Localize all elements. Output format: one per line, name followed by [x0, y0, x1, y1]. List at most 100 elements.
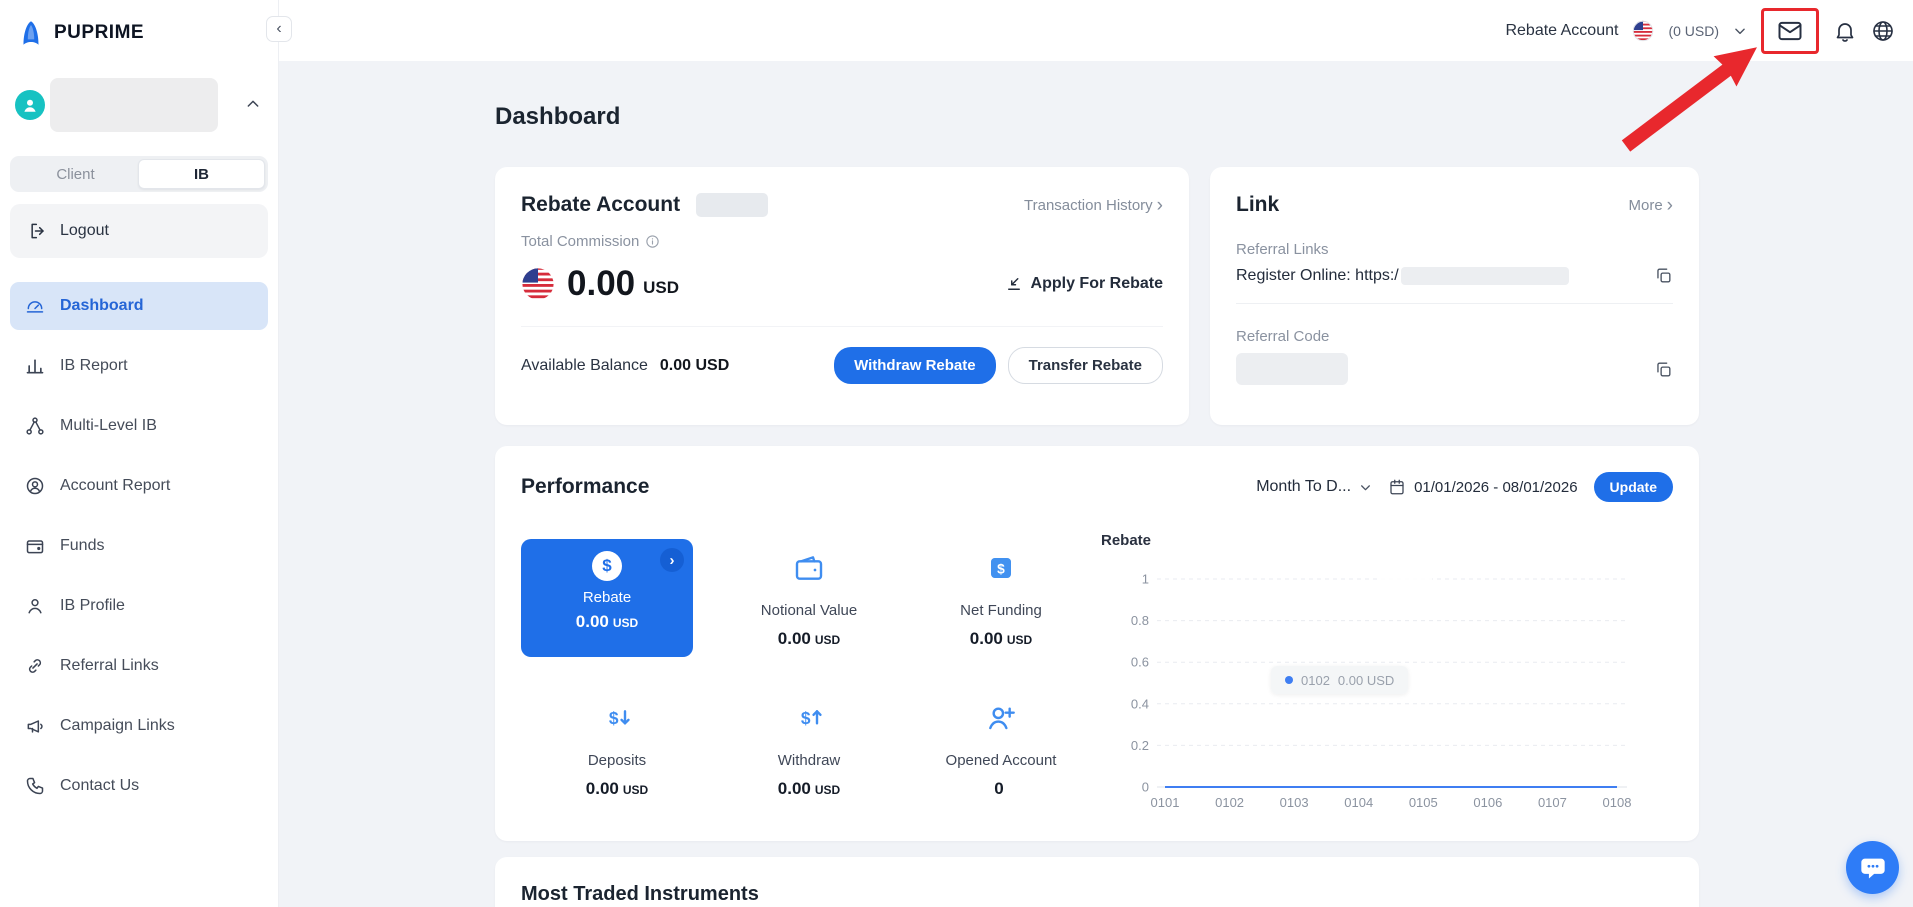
tile-opened-account[interactable]: Opened Account 0: [905, 686, 1097, 826]
apply-for-rebate-label: Apply For Rebate: [1030, 275, 1163, 292]
tile-withdraw[interactable]: $ Withdraw 0.00 USD: [713, 686, 905, 826]
apply-for-rebate-link[interactable]: Apply For Rebate: [1005, 275, 1163, 293]
total-commission-amount: 0.00: [567, 264, 636, 303]
tile-rebate[interactable]: › $ Rebate 0.00 USD: [521, 539, 693, 657]
divider: [521, 326, 1163, 327]
performance-tiles: › $ Rebate 0.00 USD Notional Value 0.00 US…: [521, 536, 1097, 826]
chevron-down-icon: [1361, 484, 1371, 490]
tile-deposits[interactable]: $ Deposits 0.00 USD: [521, 686, 713, 826]
hierarchy-icon: [25, 416, 45, 436]
date-range-value: 01/01/2026 - 08/01/2026: [1414, 478, 1578, 496]
sidebar-item-label: Contact Us: [60, 777, 140, 794]
period-select[interactable]: Month To D...: [1256, 478, 1372, 496]
performance-title: Performance: [521, 475, 650, 498]
tile-value: 0.00: [575, 612, 609, 631]
tile-label: Net Funding: [960, 602, 1042, 619]
link-icon: [25, 656, 45, 676]
transaction-history-label: Transaction History: [1024, 196, 1153, 214]
wallet-money-icon: [793, 550, 825, 586]
update-button[interactable]: Update: [1593, 472, 1673, 502]
transaction-history-link[interactable]: Transaction History ›: [1024, 196, 1163, 215]
sidebar-item-contact-us[interactable]: Contact Us: [10, 762, 268, 810]
rebate-account-card: Rebate Account Transaction History › Tot…: [495, 167, 1189, 425]
svg-text:0.8: 0.8: [1131, 613, 1149, 628]
tile-value: 0.00: [777, 629, 811, 648]
svg-text:$: $: [801, 708, 811, 728]
chevron-right-icon: ›: [1156, 194, 1163, 216]
svg-text:0.6: 0.6: [1131, 655, 1149, 670]
phone-icon: [25, 776, 45, 796]
chat-bubble-icon: [1859, 854, 1887, 882]
tile-label: Notional Value: [760, 602, 858, 619]
rebate-card-title: Rebate Account: [521, 193, 681, 216]
sidebar-item-label: IB Report: [60, 357, 128, 374]
most-traded-title: Most Traded Instruments: [521, 883, 759, 905]
annotation-highlight-box: [1761, 7, 1819, 54]
tile-unit: USD: [1006, 633, 1033, 647]
tab-ib-label: IB: [194, 165, 209, 183]
sidebar-collapse-button[interactable]: ‹: [266, 16, 292, 42]
tab-ib[interactable]: IB: [138, 159, 265, 189]
account-dropdown-chevron[interactable]: [1733, 24, 1747, 38]
user-name-redacted: [50, 78, 218, 132]
tile-label: Opened Account: [945, 752, 1057, 769]
sidebar-item-dashboard[interactable]: Dashboard: [10, 282, 268, 330]
sidebar-item-campaign-links[interactable]: Campaign Links: [10, 702, 268, 750]
user-card[interactable]: [0, 76, 279, 134]
copy-link-icon[interactable]: [1654, 266, 1673, 285]
sidebar-item-label: Dashboard: [60, 297, 144, 314]
referral-url-redacted: [1400, 266, 1569, 285]
tile-rebate-cell: › $ Rebate 0.00 USD: [521, 536, 713, 686]
copy-code-icon[interactable]: [1654, 360, 1673, 379]
tab-client-label: Client: [56, 165, 95, 183]
person-plus-icon: [985, 700, 1017, 736]
svg-text:$: $: [609, 708, 619, 728]
sidebar-item-ib-report[interactable]: IB Report: [10, 342, 268, 390]
info-icon[interactable]: [645, 234, 660, 249]
language-globe-icon[interactable]: [1871, 19, 1895, 43]
svg-text:0101: 0101: [1151, 795, 1180, 810]
svg-text:0: 0: [1142, 780, 1149, 795]
logout-label: Logout: [60, 222, 109, 239]
tile-value: 0.00: [777, 779, 811, 798]
total-commission-label: Total Commission: [521, 233, 640, 250]
tile-value: 0: [994, 779, 1004, 798]
us-flag-icon: [1632, 20, 1654, 42]
apply-rebate-icon: [1005, 275, 1023, 293]
account-number-redacted: [696, 193, 769, 217]
tab-client[interactable]: Client: [13, 159, 138, 189]
tooltip-date: 0102: [1301, 672, 1330, 688]
available-balance-label: Available Balance: [521, 356, 648, 374]
svg-text:0103: 0103: [1280, 795, 1309, 810]
topbar: Rebate Account (0 USD): [279, 0, 1913, 61]
referral-links-label: Referral Links: [1236, 241, 1329, 258]
sidebar-item-referral-links[interactable]: Referral Links: [10, 642, 268, 690]
sidebar-item-label: IB Profile: [60, 597, 125, 614]
tile-notional-value[interactable]: Notional Value 0.00 USD: [713, 536, 905, 686]
notifications-bell-icon[interactable]: [1833, 19, 1857, 43]
sidebar-item-funds[interactable]: Funds: [10, 522, 268, 570]
withdraw-rebate-button[interactable]: Withdraw Rebate: [834, 347, 996, 384]
tile-arrow-icon[interactable]: ›: [660, 548, 684, 572]
more-link[interactable]: More ›: [1628, 196, 1673, 215]
sidebar-item-account-report[interactable]: Account Report: [10, 462, 268, 510]
bar-chart-icon: [25, 356, 45, 376]
tooltip-value: 0.00 USD: [1337, 672, 1395, 688]
tile-label: Deposits: [587, 752, 647, 769]
sidebar-item-label: Funds: [60, 537, 105, 554]
chevron-up-icon[interactable]: [245, 96, 261, 112]
sidebar-item-ib-profile[interactable]: IB Profile: [10, 582, 268, 630]
svg-text:0.2: 0.2: [1131, 738, 1149, 753]
sidebar-item-label: Account Report: [60, 477, 171, 494]
logout-button[interactable]: Logout: [10, 204, 268, 258]
available-balance-value: 0.00 USD: [659, 356, 730, 374]
mail-icon[interactable]: [1776, 17, 1804, 45]
main-content: Dashboard Rebate Account Transaction His…: [279, 61, 1913, 907]
tile-net-funding[interactable]: $ Net Funding 0.00 USD: [905, 536, 1097, 686]
sidebar-item-multi-level-ib[interactable]: Multi-Level IB: [10, 402, 268, 450]
sidebar-item-label: Referral Links: [60, 657, 159, 674]
transfer-rebate-button[interactable]: Transfer Rebate: [1007, 347, 1163, 384]
chat-support-button[interactable]: [1846, 841, 1899, 894]
date-range-picker[interactable]: 01/01/2026 - 08/01/2026: [1388, 478, 1578, 496]
page-title: Dashboard: [495, 103, 621, 130]
